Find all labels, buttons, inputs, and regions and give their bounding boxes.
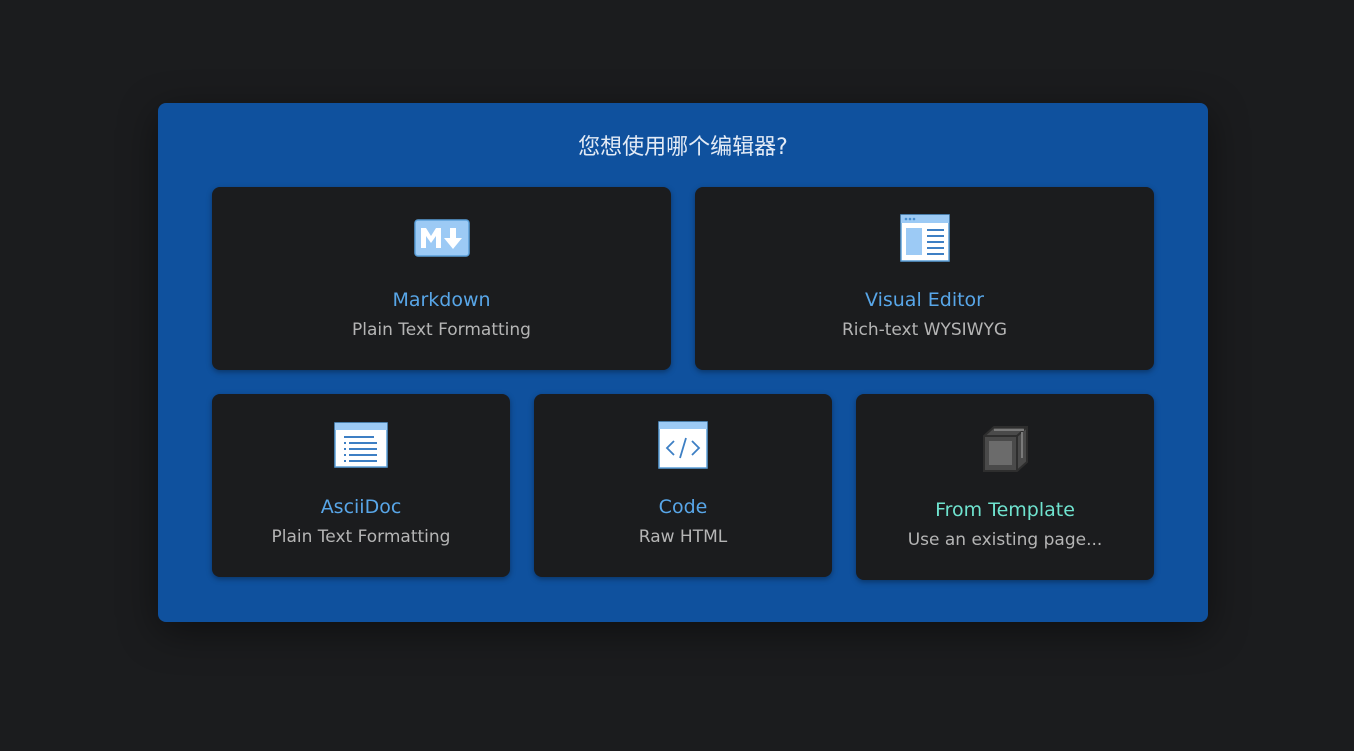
editor-label: From Template — [935, 499, 1075, 521]
dialog-title: 您想使用哪个编辑器? — [578, 135, 788, 160]
editor-card-asciidoc[interactable]: AsciiDoc Plain Text Formatting — [212, 394, 510, 577]
editor-label: AsciiDoc — [320, 496, 402, 518]
editor-description: Plain Text Formatting — [271, 527, 451, 547]
editor-description: Plain Text Formatting — [352, 320, 531, 340]
editor-card-visual-editor[interactable]: Visual Editor Rich-text WYSIWYG — [695, 187, 1154, 370]
code-icon — [658, 421, 708, 473]
visual-editor-icon — [899, 214, 950, 266]
editor-label: Markdown — [392, 289, 491, 311]
editor-description: Use an existing page... — [907, 530, 1103, 550]
editor-card-from-template[interactable]: From Template Use an existing page... — [856, 394, 1154, 580]
editor-description: Raw HTML — [638, 527, 728, 547]
template-cube-icon — [980, 424, 1030, 478]
editor-label: Visual Editor — [865, 289, 984, 311]
asciidoc-icon — [334, 422, 388, 472]
markdown-icon — [413, 219, 470, 263]
editor-card-code[interactable]: Code Raw HTML — [534, 394, 832, 577]
editor-description: Rich-text WYSIWYG — [841, 320, 1008, 340]
editor-card-markdown[interactable]: Markdown Plain Text Formatting — [212, 187, 671, 370]
editor-label: Code — [658, 496, 708, 518]
editor-selection-dialog: 您想使用哪个编辑器? Markdown Plain Text Formattin… — [158, 103, 1208, 622]
